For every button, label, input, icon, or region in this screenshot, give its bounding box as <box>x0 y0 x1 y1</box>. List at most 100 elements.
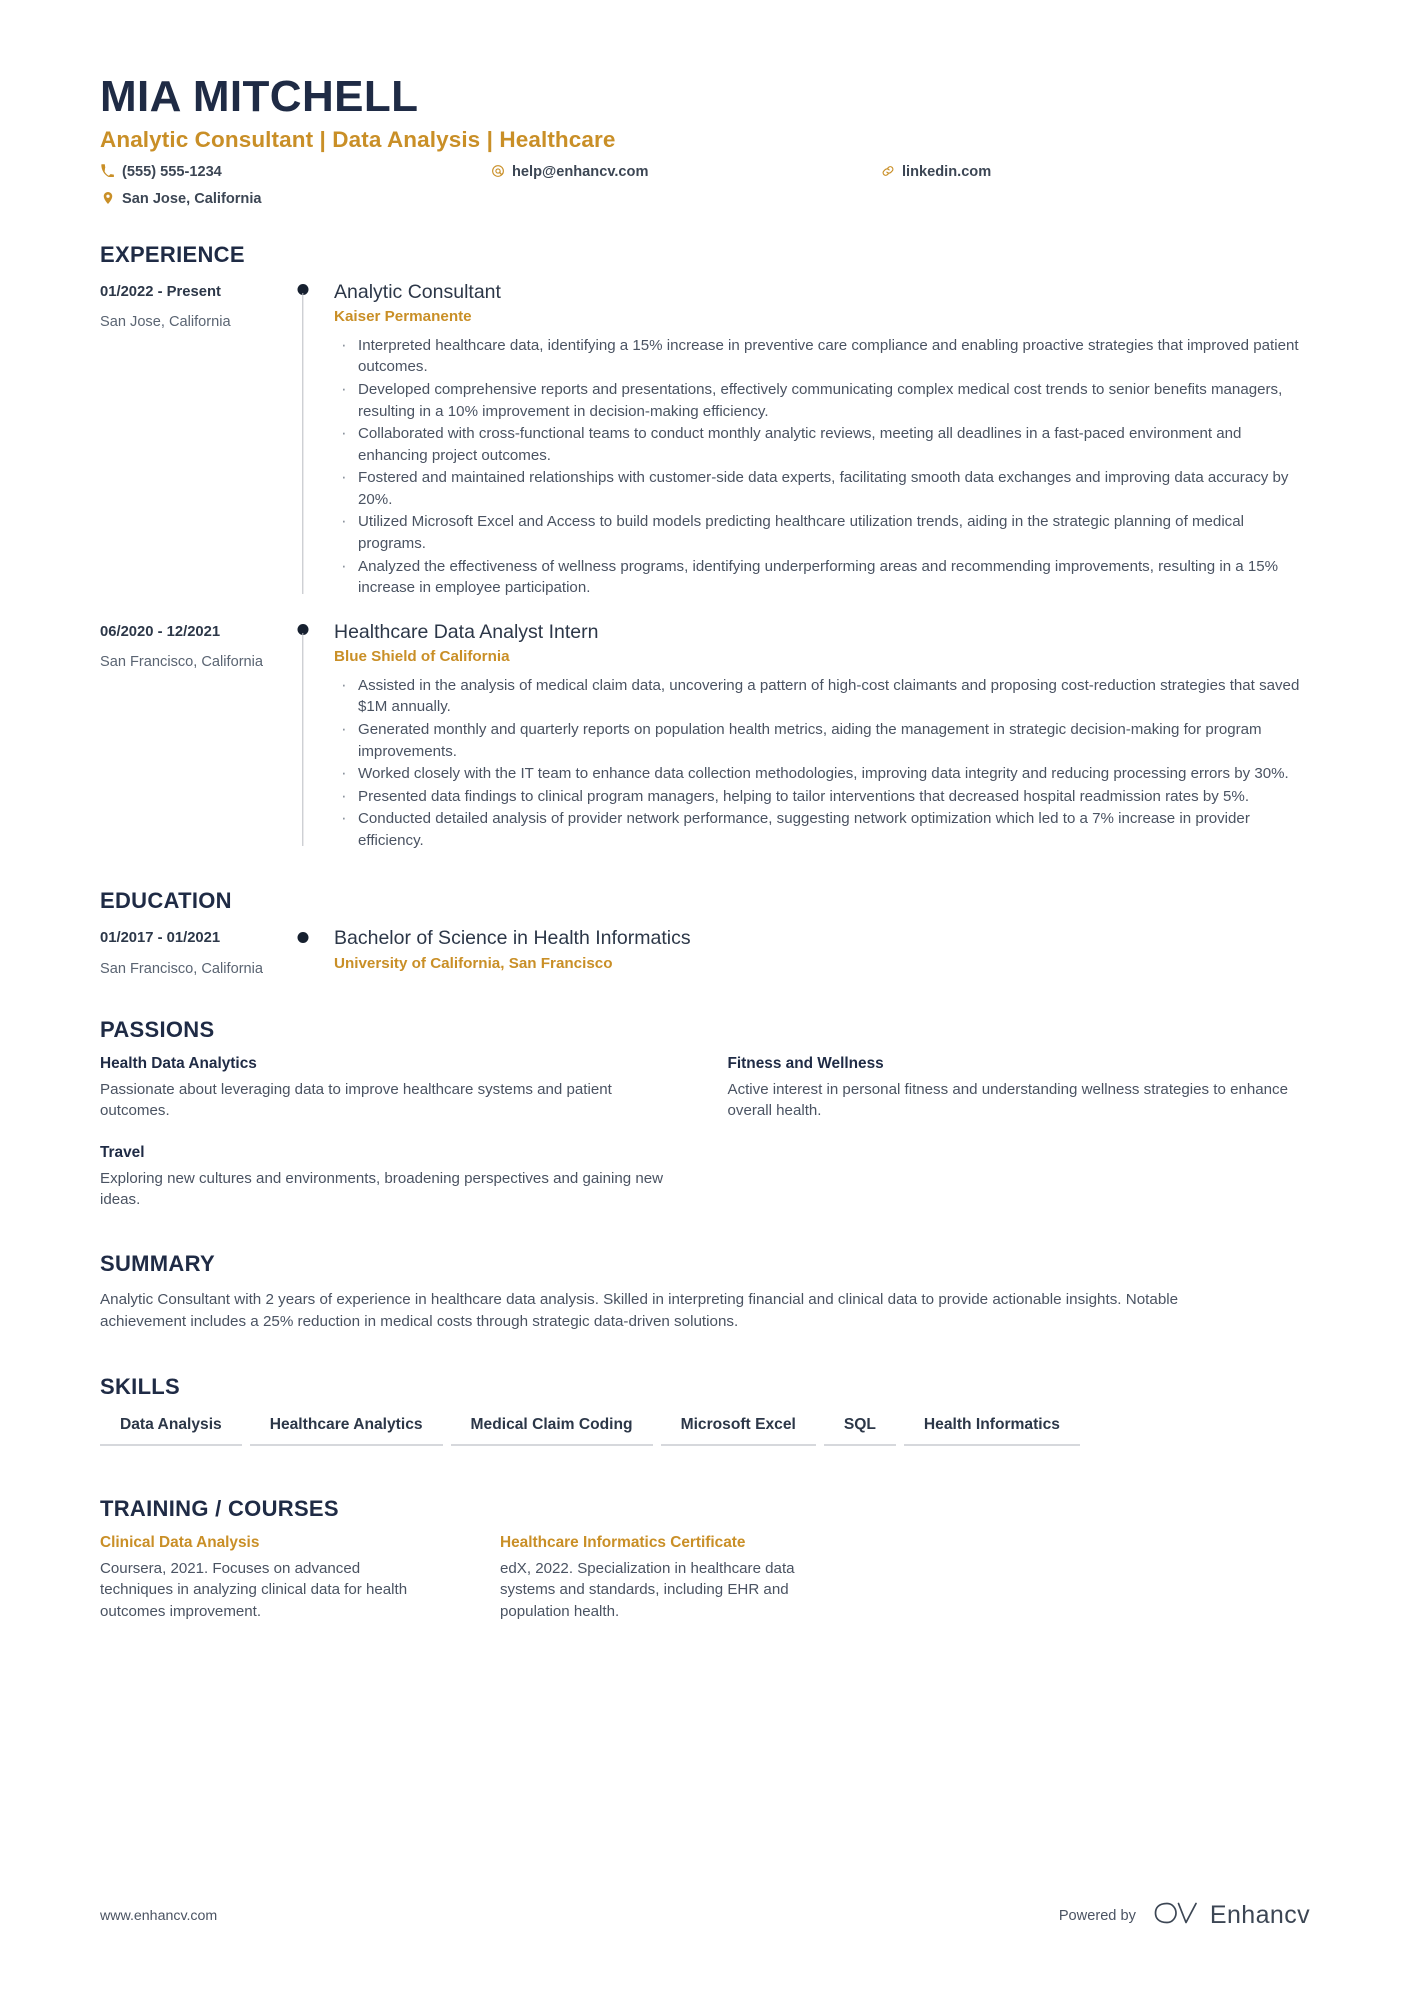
experience-heading: EXPERIENCE <box>100 241 245 267</box>
experience-entry: 01/2022 - Present San Jose, California A… <box>100 280 1310 600</box>
section-training: TRAINING / COURSES Clinical Data Analysi… <box>100 1496 1310 1623</box>
list-item: Fostered and maintained relationships wi… <box>334 465 1310 510</box>
resume-header: MIA MITCHELL Analytic Consultant | Data … <box>100 72 1310 210</box>
list-item: Interpreted healthcare data, identifying… <box>334 333 1310 378</box>
experience-entry-meta: 01/2022 - Present San Jose, California <box>100 280 285 600</box>
education-heading: EDUCATION <box>100 888 232 914</box>
enhancv-wordmark: Enhancv <box>1209 1901 1310 1929</box>
passion-title: Travel <box>100 1143 145 1161</box>
section-summary: SUMMARY Analytic Consultant with 2 years… <box>100 1251 1310 1334</box>
list-item: Conducted detailed analysis of provider … <box>334 806 1310 851</box>
contact-linkedin[interactable]: linkedin.com <box>880 163 1310 183</box>
list-item: Assisted in the analysis of medical clai… <box>334 673 1310 718</box>
experience-entry-date: 01/2022 - Present <box>100 283 221 300</box>
education-entry-date: 01/2017 - 01/2021 <box>100 930 221 947</box>
list-item: Utilized Microsoft Excel and Access to b… <box>334 509 1310 554</box>
list-item: Developed comprehensive reports and pres… <box>334 377 1310 422</box>
experience-entry-body: Healthcare Data Analyst Intern Blue Shie… <box>321 620 1310 853</box>
passions-heading: PASSIONS <box>100 1016 215 1042</box>
list-item: Worked closely with the IT team to enhan… <box>334 761 1310 785</box>
timeline-rail <box>297 280 309 600</box>
contact-location-text: San Jose, California <box>122 190 262 207</box>
passion-description: Passionate about leveraging data to impr… <box>100 1080 612 1120</box>
experience-entry-date: 06/2020 - 12/2021 <box>100 623 221 640</box>
section-education: EDUCATION 01/2017 - 01/2021 San Francisc… <box>100 888 1310 978</box>
contact-email-text: help@enhancv.com <box>512 164 649 181</box>
location-icon <box>100 190 115 205</box>
skills-heading: SKILLS <box>100 1373 181 1399</box>
experience-entry-role: Healthcare Data Analyst Intern <box>334 620 599 643</box>
timeline-line <box>302 632 304 847</box>
experience-entry: 06/2020 - 12/2021 San Francisco, Califor… <box>100 620 1310 853</box>
education-entry: 01/2017 - 01/2021 San Francisco, Califor… <box>100 926 1310 978</box>
powered-by-label: Powered by <box>1058 1907 1136 1924</box>
skill-chip: Microsoft Excel <box>660 1412 816 1446</box>
education-entry-degree: Bachelor of Science in Health Informatic… <box>334 927 691 950</box>
training-item: Healthcare Informatics Certificate edX, … <box>500 1534 820 1623</box>
training-description: Coursera, 2021. Focuses on advanced tech… <box>100 1559 408 1620</box>
training-grid: Clinical Data Analysis Coursera, 2021. F… <box>100 1534 1310 1623</box>
passion-description: Active interest in personal fitness and … <box>727 1080 1288 1120</box>
passion-item: Fitness and Wellness Active interest in … <box>728 1055 1311 1122</box>
experience-entry-body: Analytic Consultant Kaiser Permanente In… <box>321 280 1310 600</box>
experience-entry-meta: 06/2020 - 12/2021 San Francisco, Califor… <box>100 620 285 853</box>
contact-email[interactable]: help@enhancv.com <box>490 163 880 183</box>
contact-phone-text: (555) 555-1234 <box>122 164 222 181</box>
section-passions: PASSIONS Health Data Analytics Passionat… <box>100 1017 1310 1211</box>
education-entry-meta: 01/2017 - 01/2021 San Francisco, Califor… <box>100 926 285 978</box>
timeline-dot-icon <box>297 932 309 944</box>
education-entry-institution: University of California, San Francisco <box>334 954 613 972</box>
passion-item: Health Data Analytics Passionate about l… <box>100 1055 683 1122</box>
experience-entry-bullets: Interpreted healthcare data, identifying… <box>334 333 1310 599</box>
passion-item: Travel Exploring new cultures and enviro… <box>100 1144 683 1211</box>
passion-title: Fitness and Wellness <box>727 1054 884 1072</box>
timeline-rail <box>297 620 309 853</box>
experience-entry-location: San Francisco, California <box>100 653 264 670</box>
list-item: Analyzed the effectiveness of wellness p… <box>334 554 1310 599</box>
passion-description: Exploring new cultures and environments,… <box>100 1169 664 1209</box>
experience-entry-organization: Blue Shield of California <box>334 648 510 666</box>
list-item: Collaborated with cross-functional teams… <box>334 421 1310 466</box>
timeline-line <box>302 292 304 594</box>
contact-linkedin-text: linkedin.com <box>902 164 992 181</box>
summary-text: Analytic Consultant with 2 years of expe… <box>100 1290 1179 1331</box>
experience-entry-role: Analytic Consultant <box>334 280 501 303</box>
enhancv-mark-icon <box>1153 1898 1199 1933</box>
skill-chip: Health Informatics <box>903 1412 1080 1446</box>
skill-chip: Medical Claim Coding <box>450 1412 653 1446</box>
link-icon <box>880 163 895 178</box>
training-heading: TRAINING / COURSES <box>100 1495 339 1521</box>
resume-footer: www.enhancv.com Powered by Enhancv <box>100 1898 1310 1933</box>
page-title: MIA MITCHELL <box>100 72 419 121</box>
training-title: Healthcare Informatics Certificate <box>500 1533 746 1551</box>
experience-entry-bullets: Assisted in the analysis of medical clai… <box>334 673 1310 852</box>
summary-heading: SUMMARY <box>100 1250 215 1276</box>
header-subtitle: Analytic Consultant | Data Analysis | He… <box>100 127 616 153</box>
education-entry-location: San Francisco, California <box>100 960 264 977</box>
experience-entry-organization: Kaiser Permanente <box>334 308 472 326</box>
skill-chip: Healthcare Analytics <box>249 1412 443 1446</box>
timeline-rail <box>297 926 309 978</box>
training-item: Clinical Data Analysis Coursera, 2021. F… <box>100 1534 420 1623</box>
passion-title: Health Data Analytics <box>100 1054 257 1072</box>
section-skills: SKILLS Data Analysis Healthcare Analytic… <box>100 1374 1310 1454</box>
skill-chip: Data Analysis <box>100 1412 242 1446</box>
contact-info: (555) 555-1234 help@enhancv.com linkedin… <box>100 163 1310 209</box>
resume-page: MIA MITCHELL Analytic Consultant | Data … <box>0 0 1410 1995</box>
footer-url[interactable]: www.enhancv.com <box>100 1908 217 1924</box>
passions-grid: Health Data Analytics Passionate about l… <box>100 1055 1310 1211</box>
training-description: edX, 2022. Specialization in healthcare … <box>500 1559 795 1620</box>
experience-entry-location: San Jose, California <box>100 313 231 330</box>
section-experience: EXPERIENCE 01/2022 - Present San Jose, C… <box>100 242 1310 853</box>
contact-phone[interactable]: (555) 555-1234 <box>100 163 490 183</box>
skills-list: Data Analysis Healthcare Analytics Medic… <box>100 1412 1310 1454</box>
list-item: Presented data findings to clinical prog… <box>334 784 1310 808</box>
email-icon <box>490 163 505 178</box>
skill-chip: SQL <box>823 1412 896 1446</box>
phone-icon <box>100 163 115 178</box>
training-title: Clinical Data Analysis <box>100 1533 260 1551</box>
contact-location: San Jose, California <box>100 190 490 210</box>
education-entry-body: Bachelor of Science in Health Informatic… <box>321 926 1310 978</box>
enhancv-logo: Enhancv <box>1153 1898 1310 1933</box>
list-item: Generated monthly and quarterly reports … <box>334 717 1310 762</box>
